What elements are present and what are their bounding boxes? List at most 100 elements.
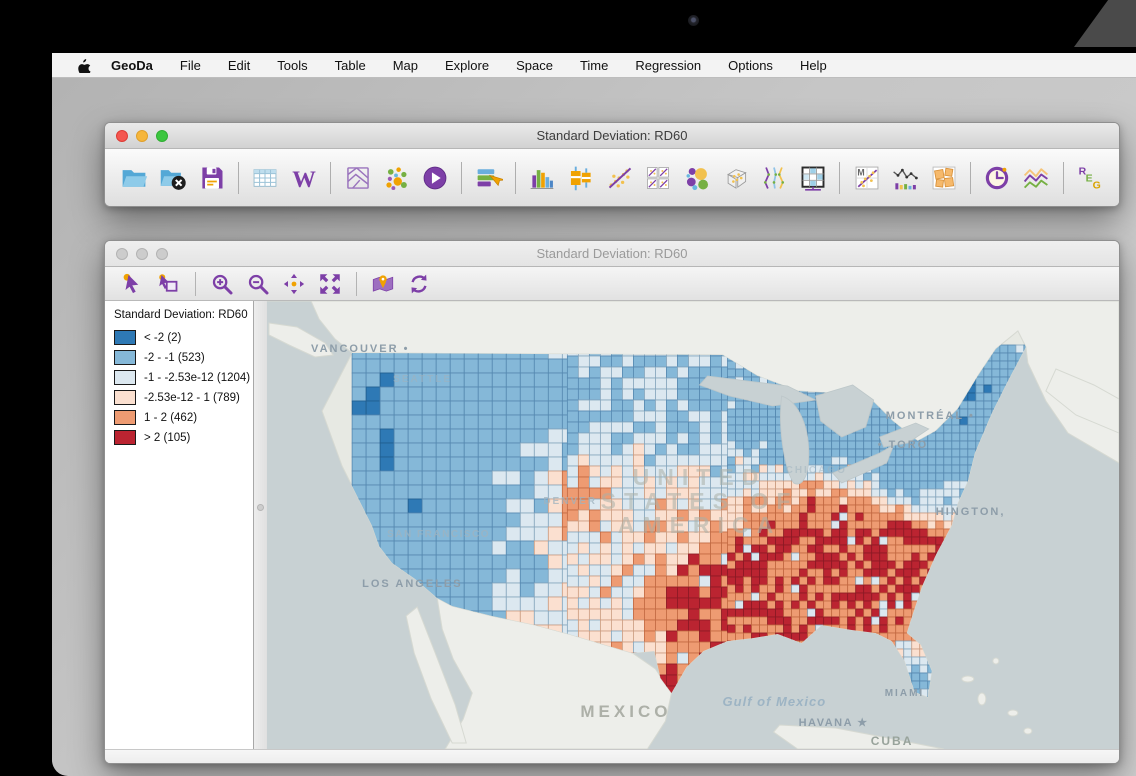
legend-item[interactable]: > 2 (105) — [114, 430, 253, 445]
toolbar-separator — [330, 162, 331, 194]
full-extent-icon[interactable] — [317, 271, 343, 297]
legend-item[interactable]: -2.53e-12 - 1 (789) — [114, 390, 253, 405]
legend-panel[interactable]: Standard Deviation: RD60 < -2 (2) -2 - -1… — [105, 301, 254, 749]
map-window-title: Standard Deviation: RD60 — [105, 246, 1119, 261]
histogram-icon[interactable] — [528, 163, 557, 193]
toolbar-window-titlebar[interactable]: Standard Deviation: RD60 — [105, 123, 1119, 149]
desktop: GeoDa File Edit Tools Table Map Explore Space Ti… — [52, 53, 1136, 776]
spatial-correlogram-icon[interactable] — [891, 163, 920, 193]
menu-item-geoda[interactable]: GeoDa — [111, 58, 153, 73]
legend-title: Standard Deviation: RD60 — [114, 309, 253, 321]
map-label: UNITED — [633, 464, 767, 490]
menu-item-regression[interactable]: Regression — [635, 58, 701, 73]
zoom-window-button[interactable] — [156, 130, 168, 142]
zoom-in-icon[interactable] — [209, 271, 235, 297]
play-animation-icon[interactable] — [421, 163, 450, 193]
legend-item[interactable]: -2 - -1 (523) — [114, 350, 253, 365]
basemap-icon[interactable] — [370, 271, 396, 297]
legend-item[interactable]: 1 - 2 (462) — [114, 410, 253, 425]
menu-item-explore[interactable]: Explore — [445, 58, 489, 73]
menu-item-space[interactable]: Space — [516, 58, 553, 73]
toolbar-separator — [970, 162, 971, 194]
save-project-icon[interactable] — [197, 163, 226, 193]
toolbar-window: Standard Deviation: RD60 W M REG — [104, 122, 1120, 207]
menu-item-edit[interactable]: Edit — [228, 58, 250, 73]
map-label: DENVER — [543, 496, 597, 507]
menu-item-options[interactable]: Options — [728, 58, 773, 73]
map-label: HINGTON, — [936, 506, 1006, 518]
select-icon[interactable] — [120, 271, 146, 297]
zoom-window-button[interactable] — [156, 248, 168, 260]
open-project-icon[interactable] — [120, 163, 149, 193]
island — [978, 693, 986, 705]
select-rectangle-icon[interactable] — [156, 271, 182, 297]
refresh-icon[interactable] — [406, 271, 432, 297]
splitter-grip[interactable] — [257, 504, 264, 511]
scatter-plot-icon[interactable] — [605, 163, 634, 193]
legend-label: -2.53e-12 - 1 (789) — [144, 392, 240, 404]
toolbar-separator — [515, 162, 516, 194]
menu-item-time[interactable]: Time — [580, 58, 608, 73]
zoom-out-icon[interactable] — [245, 271, 271, 297]
island — [993, 658, 999, 664]
averages-chart-icon[interactable] — [1022, 163, 1051, 193]
map-label: MIAMI — [885, 688, 924, 699]
legend-item[interactable]: < -2 (2) — [114, 330, 253, 345]
moran-scatter-plot-icon[interactable]: M — [852, 163, 881, 193]
legend-label: -2 - -1 (523) — [144, 352, 205, 364]
island — [1024, 728, 1032, 734]
boxplot-icon[interactable] — [567, 163, 596, 193]
toolbar-separator — [1063, 162, 1064, 194]
map-label: AMERICA — [618, 512, 781, 538]
minimize-window-button[interactable] — [136, 248, 148, 260]
map-canvas[interactable]: VANCOUVER • SEATTLE MONTRÉAL • • TORO HINGTO… — [267, 301, 1119, 749]
toolbar-separator — [195, 272, 196, 296]
svg-text:G: G — [1092, 180, 1100, 192]
close-window-button[interactable] — [116, 248, 128, 260]
map-window-titlebar[interactable]: Standard Deviation: RD60 — [105, 241, 1119, 267]
menu-item-table[interactable]: Table — [335, 58, 366, 73]
toolbar-window-title: Standard Deviation: RD60 — [105, 128, 1119, 143]
legend-swatch — [114, 410, 136, 425]
apple-menu-icon[interactable] — [76, 57, 91, 74]
menu-bar: GeoDa File Edit Tools Table Map Explore Space Ti… — [52, 53, 1136, 78]
regression-icon[interactable]: REG — [1075, 163, 1104, 193]
legend-swatch — [114, 430, 136, 445]
category-editor-icon[interactable] — [474, 163, 503, 193]
menu-item-map[interactable]: Map — [393, 58, 418, 73]
bubble-chart-icon[interactable] — [683, 163, 712, 193]
map-label: Gulf of Mexico — [723, 694, 827, 709]
legend-swatch — [114, 350, 136, 365]
minimize-window-button[interactable] — [136, 130, 148, 142]
weights-manager-icon[interactable]: W — [290, 163, 319, 193]
menu-item-help[interactable]: Help — [800, 58, 827, 73]
parallel-coordinate-plot-icon[interactable] — [760, 163, 789, 193]
map-label: CHICAGO — [786, 465, 847, 476]
cartogram-icon[interactable] — [930, 163, 959, 193]
legend-label: < -2 (2) — [144, 332, 181, 344]
menu-item-tools[interactable]: Tools — [277, 58, 307, 73]
map-label: MEXICO — [580, 702, 671, 721]
webcam-dot — [688, 15, 699, 26]
map-label: SEATTLE — [393, 374, 452, 385]
panel-splitter[interactable] — [254, 301, 267, 749]
map-label: MONTRÉAL • — [886, 409, 975, 422]
menu-item-file[interactable]: File — [180, 58, 201, 73]
map-label: VANCOUVER • — [311, 343, 409, 355]
close-window-button[interactable] — [116, 130, 128, 142]
legend-swatch — [114, 370, 136, 385]
time-editor-icon[interactable] — [983, 163, 1012, 193]
legend-label: -1 - -2.53e-12 (1204) — [144, 372, 250, 384]
close-project-icon[interactable] — [159, 163, 188, 193]
3d-scatter-plot-icon[interactable] — [721, 163, 750, 193]
conditional-plot-icon[interactable] — [799, 163, 828, 193]
island — [962, 676, 974, 682]
map-windows-icon[interactable] — [343, 163, 372, 193]
legend-item[interactable]: -1 - -2.53e-12 (1204) — [114, 370, 253, 385]
pan-icon[interactable] — [281, 271, 307, 297]
cluster-analysis-icon[interactable] — [382, 163, 411, 193]
status-bar — [105, 749, 1119, 764]
map-label: • TORO — [878, 439, 929, 451]
scatter-plot-matrix-icon[interactable] — [644, 163, 673, 193]
table-icon[interactable] — [251, 163, 280, 193]
